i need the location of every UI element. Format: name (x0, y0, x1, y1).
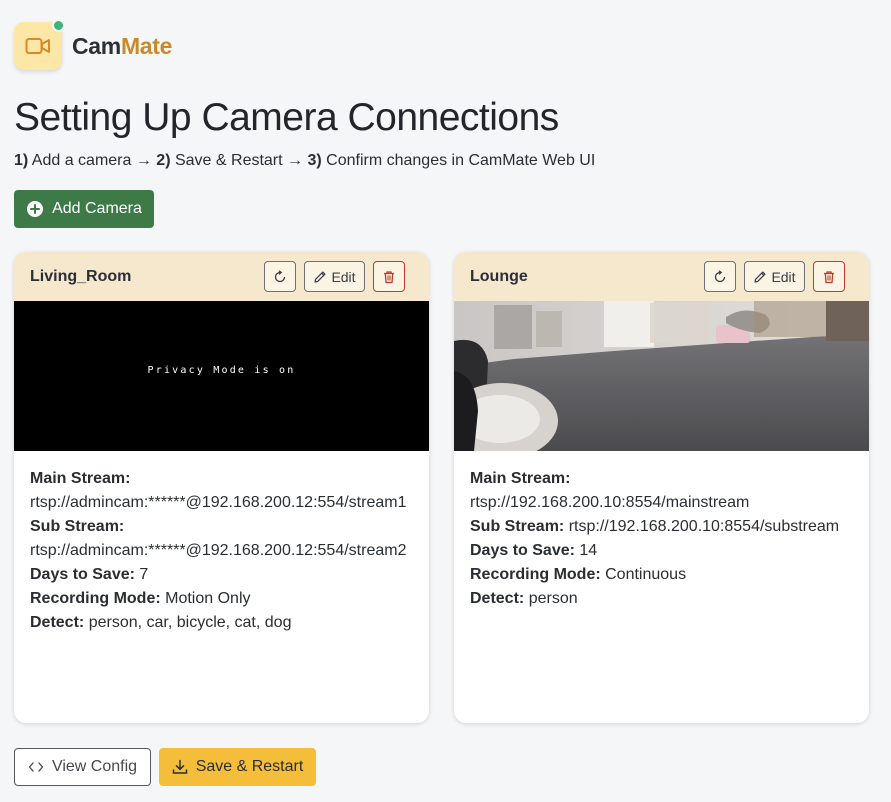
view-config-label: View Config (51, 758, 138, 775)
step-1-number: 1) (14, 152, 29, 169)
plus-circle-icon (27, 201, 44, 217)
recording-mode-row: Recording Mode: Continuous (470, 563, 853, 587)
view-config-button[interactable]: View Config (14, 748, 151, 786)
privacy-mode-overlay: Privacy Mode is on (147, 365, 296, 376)
sub-stream-row: Sub Stream: rtsp://192.168.200.10:8554/s… (470, 515, 853, 539)
save-restart-label: Save & Restart (195, 758, 304, 775)
camera-feed-preview (454, 301, 869, 451)
camera-name: Living_Room (30, 267, 132, 285)
detect-label: Detect: (30, 614, 85, 631)
refresh-button[interactable] (704, 261, 736, 292)
camera-name: Lounge (470, 267, 528, 285)
days-to-save-label: Days to Save: (470, 542, 575, 559)
days-to-save-row: Days to Save: 14 (470, 539, 853, 563)
sub-stream-value: rtsp://admincam:******@192.168.200.12:55… (30, 542, 407, 559)
trash-icon (384, 270, 394, 283)
setup-steps: 1) Add a camera → 2) Save & Restart → 3)… (14, 152, 595, 170)
recording-mode-value: Motion Only (165, 590, 251, 607)
days-to-save-label: Days to Save: (30, 566, 135, 583)
detect-value: person (528, 590, 578, 607)
days-to-save-value: 14 (579, 542, 598, 559)
edit-button-label: Edit (771, 268, 796, 285)
main-stream-value: rtsp://admincam:******@192.168.200.12:55… (30, 494, 407, 511)
refresh-icon (714, 269, 726, 282)
recording-mode-label: Recording Mode: (470, 566, 601, 583)
days-to-save-value: 7 (139, 566, 149, 583)
add-camera-button[interactable]: Add Camera (14, 190, 154, 228)
refresh-button[interactable] (264, 261, 296, 292)
camera-card-lounge: Lounge Edit Main Stream: rtsp://192.168.… (454, 252, 869, 723)
online-status-dot (52, 19, 65, 32)
camera-actions: Edit (264, 261, 405, 292)
camera-feed-preview: Privacy Mode is on (14, 301, 429, 451)
camera-card-header: Lounge Edit (454, 252, 869, 301)
step-2-number: 2) (156, 152, 171, 169)
delete-button[interactable] (813, 261, 845, 292)
step-2-text: Save & Restart → (170, 152, 308, 169)
pencil-icon (754, 271, 766, 283)
recording-mode-value: Continuous (605, 566, 687, 583)
sub-stream-label: Sub Stream: (470, 518, 565, 535)
camera-details: Main Stream: rtsp://192.168.200.10:8554/… (454, 451, 869, 611)
camera-actions: Edit (704, 261, 845, 292)
camera-card-header: Living_Room Edit (14, 252, 429, 301)
step-3-number: 3) (307, 152, 322, 169)
brand-name-part1: Cam (72, 32, 121, 59)
download-icon (172, 759, 187, 774)
detect-row: Detect: person (470, 587, 853, 611)
code-icon (28, 762, 44, 772)
camera-snapshot-image (454, 301, 869, 451)
sub-stream-value: rtsp://192.168.200.10:8554/substream (568, 518, 840, 535)
days-to-save-row: Days to Save: 7 (30, 563, 413, 587)
step-1-text: Add a camera → (28, 152, 157, 169)
brand-name-part2: Mate (120, 32, 173, 59)
video-camera-icon (25, 38, 50, 54)
add-camera-label: Add Camera (52, 200, 142, 217)
recording-mode-row: Recording Mode: Motion Only (30, 587, 413, 611)
brand-name: CamMate (72, 33, 172, 60)
camera-card-living-room: Living_Room Edit Privacy Mode is on Main… (14, 252, 429, 723)
edit-button-label: Edit (331, 268, 356, 285)
step-3-text: Confirm changes in CamMate Web UI (321, 152, 596, 169)
bottom-actions: View Config Save & Restart (14, 748, 316, 786)
edit-button[interactable]: Edit (744, 261, 805, 292)
detect-row: Detect: person, car, bicycle, cat, dog (30, 611, 413, 635)
page-title: Setting Up Camera Connections (14, 96, 559, 139)
main-stream-label: Main Stream: (30, 470, 131, 487)
trash-icon (824, 270, 834, 283)
recording-mode-label: Recording Mode: (30, 590, 161, 607)
sub-stream-label: Sub Stream: (30, 518, 125, 535)
main-stream-value: rtsp://192.168.200.10:8554/mainstream (470, 494, 750, 511)
camera-details: Main Stream: rtsp://admincam:******@192.… (14, 451, 429, 635)
main-stream-label: Main Stream: (470, 470, 571, 487)
save-restart-button[interactable]: Save & Restart (159, 748, 316, 786)
refresh-icon (274, 269, 286, 282)
edit-button[interactable]: Edit (304, 261, 365, 292)
app-logo: CamMate (14, 19, 172, 70)
pencil-icon (314, 271, 326, 283)
delete-button[interactable] (373, 261, 405, 292)
detect-value: person, car, bicycle, cat, dog (88, 614, 292, 631)
logo-badge (14, 19, 65, 70)
detect-label: Detect: (470, 590, 525, 607)
